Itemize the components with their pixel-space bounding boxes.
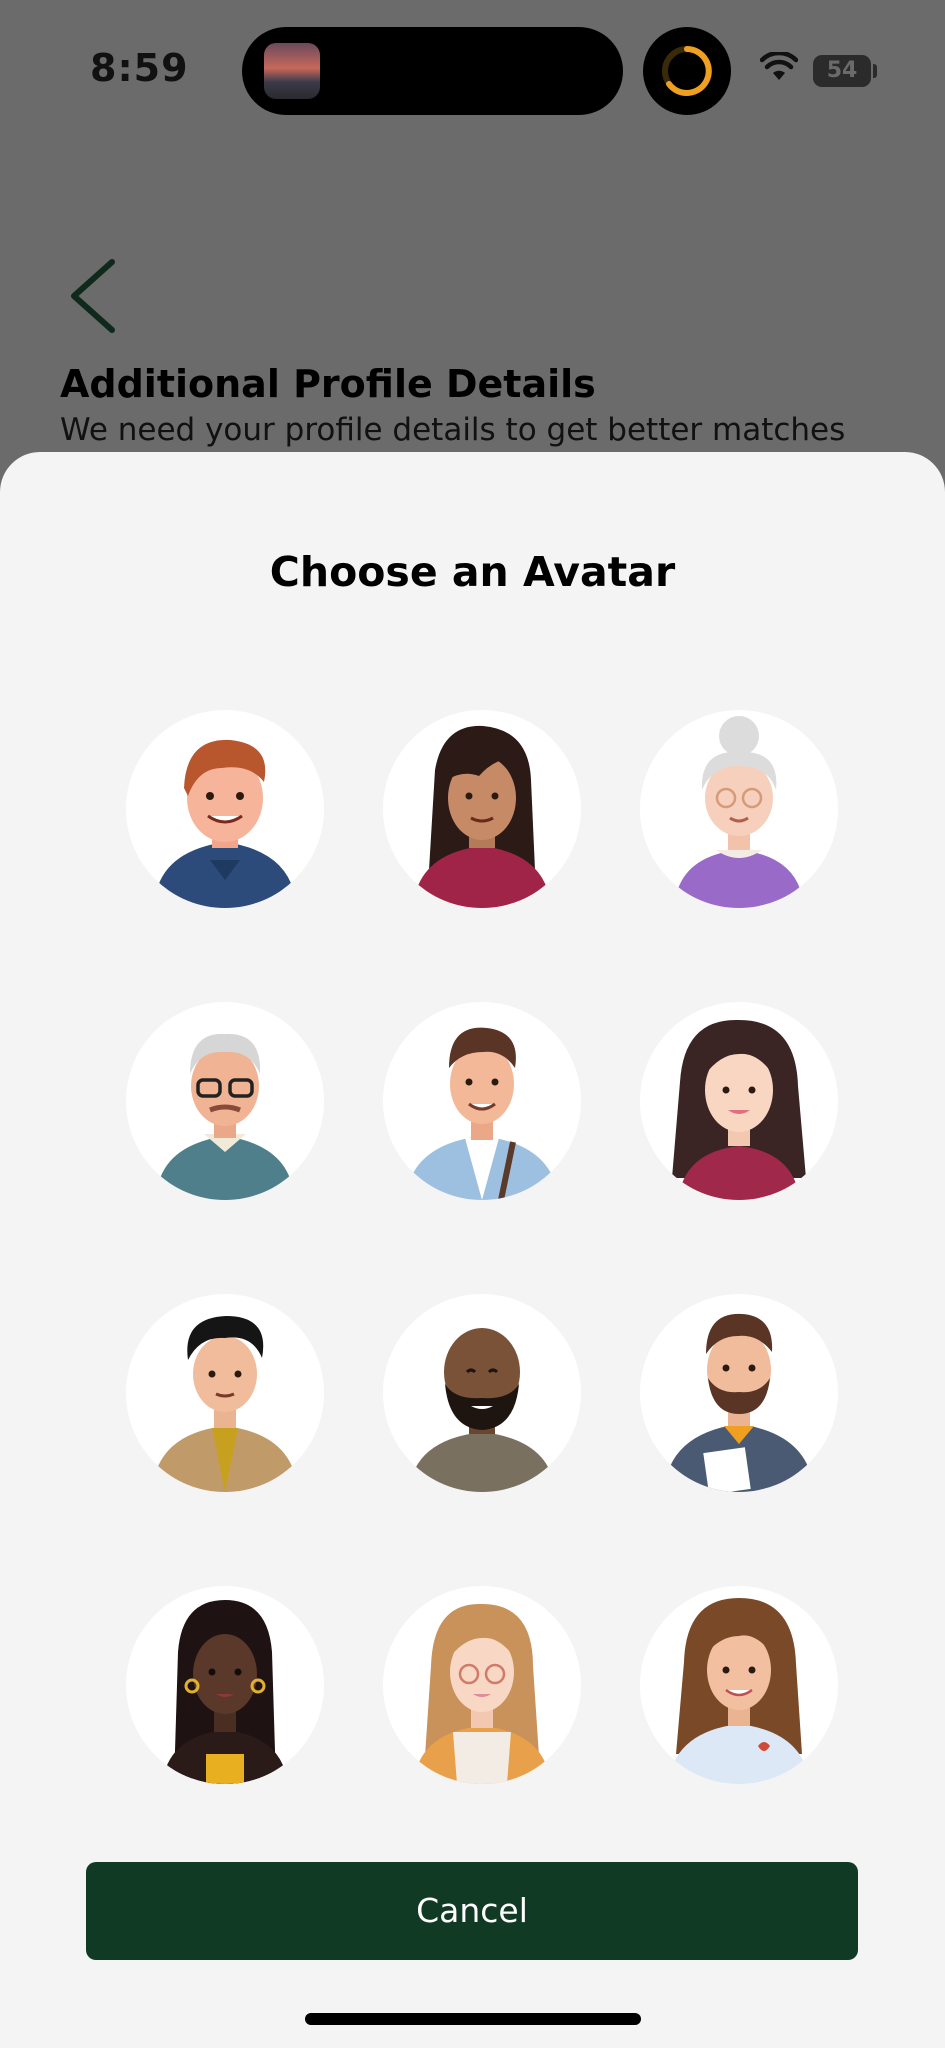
avatar-option-8[interactable] bbox=[383, 1294, 581, 1492]
avatar-option-3[interactable] bbox=[640, 710, 838, 908]
avatar-option-11[interactable] bbox=[383, 1586, 581, 1784]
cancel-button[interactable]: Cancel bbox=[86, 1862, 858, 1960]
sheet-title: Choose an Avatar bbox=[269, 548, 676, 596]
now-playing-thumbnail[interactable] bbox=[264, 43, 320, 99]
wifi-icon bbox=[759, 50, 799, 86]
avatar-option-7[interactable] bbox=[126, 1294, 324, 1492]
page-subtitle: We need your profile details to get bett… bbox=[60, 412, 846, 448]
status-time: 8:59 bbox=[90, 46, 189, 90]
avatar-option-2[interactable] bbox=[383, 710, 581, 908]
battery-tip bbox=[873, 64, 877, 78]
avatar-option-12[interactable] bbox=[640, 1586, 838, 1784]
battery-icon: 54 bbox=[813, 55, 871, 87]
battery-level: 54 bbox=[826, 58, 858, 83]
dynamic-island[interactable] bbox=[242, 27, 623, 115]
chevron-left-icon[interactable] bbox=[64, 256, 120, 340]
avatar-option-4[interactable] bbox=[126, 1002, 324, 1200]
page-title: Additional Profile Details bbox=[60, 362, 596, 406]
home-indicator[interactable] bbox=[305, 2013, 641, 2025]
avatar-option-1[interactable] bbox=[126, 710, 324, 908]
avatar-option-5[interactable] bbox=[383, 1002, 581, 1200]
avatar-option-9[interactable] bbox=[640, 1294, 838, 1492]
activity-ring-icon bbox=[643, 27, 731, 115]
avatar-option-10[interactable] bbox=[126, 1586, 324, 1784]
avatar-picker-sheet: Choose an Avatar Cancel bbox=[0, 452, 945, 2048]
avatar-option-6[interactable] bbox=[640, 1002, 838, 1200]
